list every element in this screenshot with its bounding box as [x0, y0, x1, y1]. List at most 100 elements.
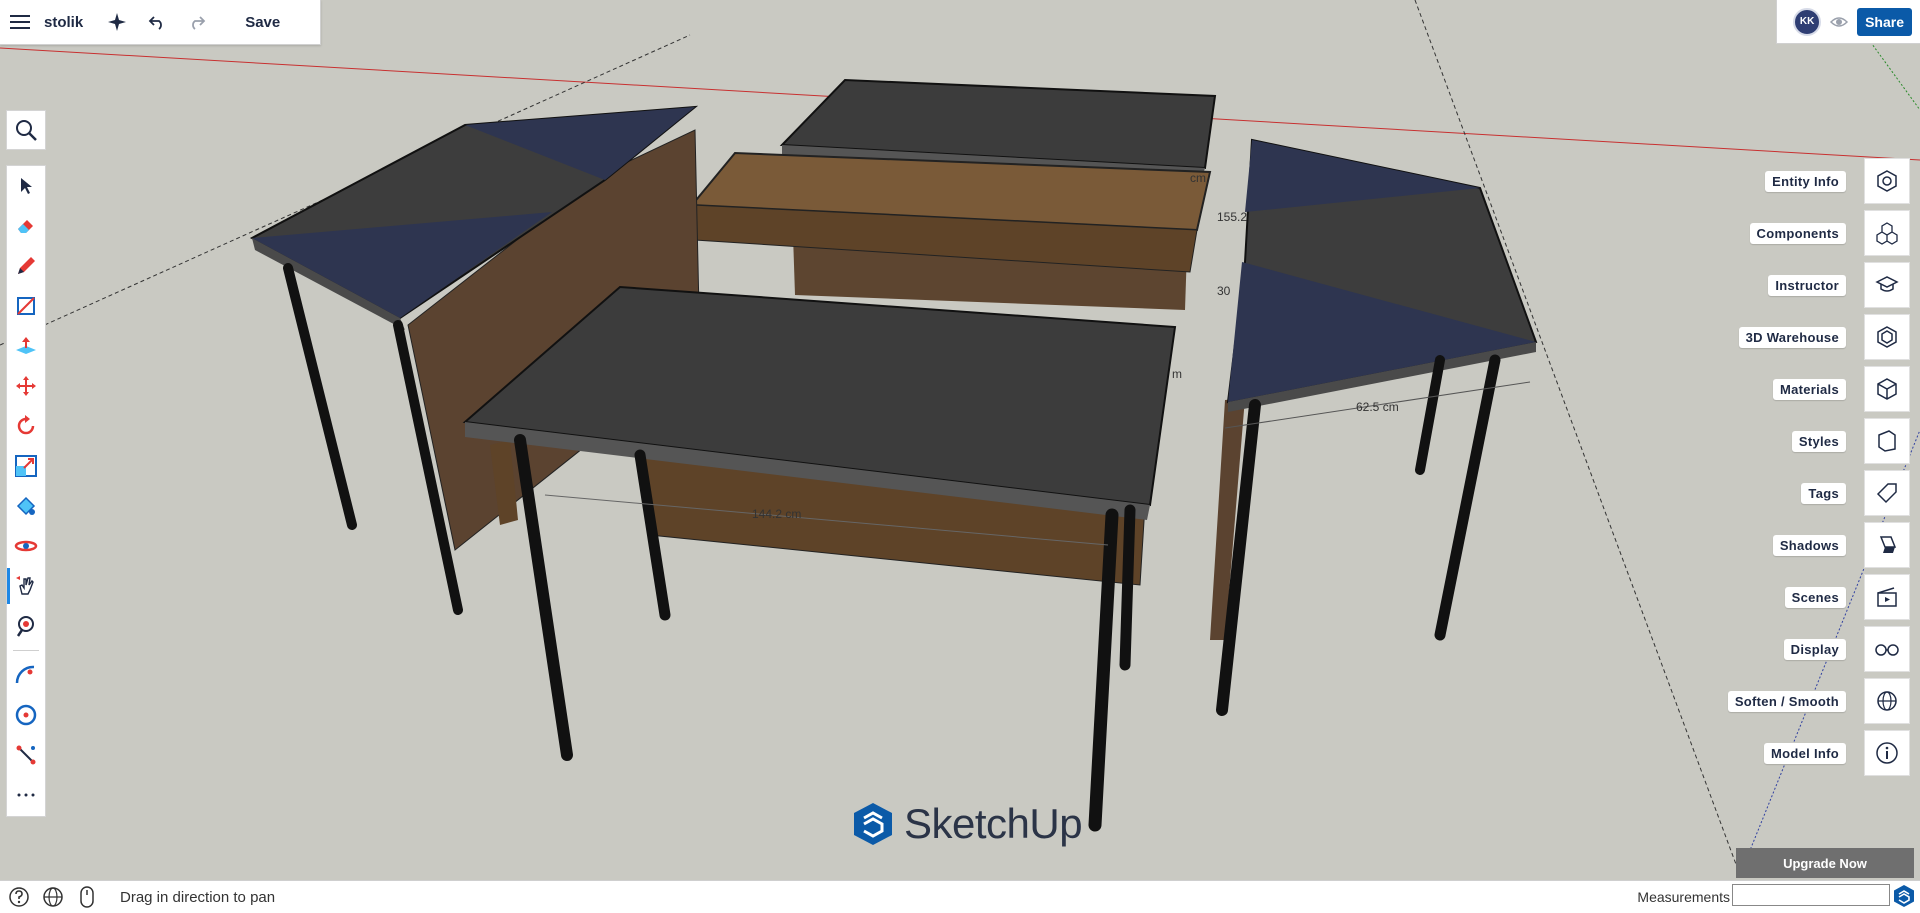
pencil-tool-icon — [18, 257, 35, 274]
upgrade-now-button[interactable]: Upgrade Now — [1736, 848, 1914, 878]
push-pull-tool-icon — [16, 337, 36, 354]
dimension-label-width: 144.2 cm — [752, 507, 801, 521]
panel-label: Soften / Smooth — [1727, 690, 1846, 712]
paint-bucket-tool[interactable] — [7, 486, 45, 526]
more-tools-icon — [17, 793, 35, 797]
panel-label: Display — [1783, 638, 1846, 660]
styles-icon — [1878, 430, 1896, 452]
mouse-icon — [80, 886, 94, 908]
arc-tool[interactable] — [7, 655, 45, 695]
panel-label: Tags — [1801, 482, 1846, 504]
visibility-icon[interactable] — [1829, 12, 1849, 32]
right-triangle-table[interactable]: 62.5 cm — [1210, 138, 1538, 716]
help-icon — [9, 887, 29, 907]
select-tool-icon — [21, 178, 32, 194]
panel-materials[interactable]: Materials — [1710, 363, 1910, 415]
front-table[interactable]: 144.2 cm — [462, 285, 1177, 832]
measurements-input[interactable] — [1732, 884, 1890, 906]
tape-measure-tool[interactable] — [7, 695, 45, 735]
search-icon — [16, 120, 37, 141]
help-button[interactable] — [4, 882, 34, 912]
undo-button[interactable] — [137, 0, 177, 44]
avatar[interactable]: KK — [1793, 7, 1822, 36]
move-tool[interactable] — [7, 366, 45, 406]
scale-tool-icon — [15, 455, 37, 477]
dimension-tool[interactable] — [7, 735, 45, 775]
hamburger-icon — [10, 15, 30, 29]
measurements-label: Measurements — [1637, 889, 1730, 905]
panel-label: Entity Info — [1765, 170, 1846, 192]
model-scene[interactable]: 144.2 cm 62.5 cm 155.2 30 cm m — [0, 0, 1920, 880]
scenes-icon — [1877, 587, 1897, 607]
eraser-tool[interactable] — [7, 206, 45, 246]
pencil-tool[interactable] — [7, 246, 45, 286]
tags-icon — [1876, 483, 1897, 504]
left-toolbar — [6, 165, 46, 817]
mouse-settings-button[interactable] — [72, 882, 102, 912]
panel-tags[interactable]: Tags — [1710, 467, 1910, 519]
save-button[interactable]: Save — [245, 14, 280, 31]
dimension-tool-icon — [16, 745, 36, 765]
status-bar: Drag in direction to pan — [0, 880, 1920, 913]
status-hint: Drag in direction to pan — [120, 888, 276, 906]
eraser-tool-icon — [18, 220, 33, 233]
panel-instructor[interactable]: Instructor — [1710, 259, 1910, 311]
rectangle-tool-icon — [17, 297, 35, 315]
pan-tool-icon — [16, 576, 34, 595]
wooden-shelf[interactable] — [689, 151, 1212, 273]
panel-scenes[interactable]: Scenes — [1710, 571, 1910, 623]
dimension-label-height: 155.2 — [1217, 210, 1247, 224]
redo-button[interactable] — [177, 0, 217, 44]
zoom-tool[interactable] — [7, 606, 45, 646]
share-button[interactable]: Share — [1857, 7, 1912, 36]
redo-icon — [192, 16, 206, 30]
panel-label: Instructor — [1768, 274, 1846, 296]
panel-soften-smooth[interactable]: Soften / Smooth — [1710, 675, 1910, 727]
dimension-label-depth: 62.5 cm — [1356, 400, 1399, 414]
rotate-tool-icon — [17, 415, 35, 435]
orbit-tool-icon — [14, 540, 38, 552]
more-tools-button[interactable] — [7, 775, 45, 815]
push-pull-tool[interactable] — [7, 326, 45, 366]
panel-3d-warehouse[interactable]: 3D Warehouse — [1710, 311, 1910, 363]
instructor-icon — [1875, 276, 1899, 292]
panel-shadows[interactable]: Shadows — [1710, 519, 1910, 571]
materials-icon — [1877, 378, 1897, 400]
panel-label: Components — [1749, 222, 1846, 244]
panel-display[interactable]: Display — [1710, 623, 1910, 675]
scale-tool[interactable] — [7, 446, 45, 486]
globe-icon — [43, 887, 63, 907]
top-right-bar: KK Share — [1776, 0, 1920, 44]
rectangle-tool[interactable] — [7, 286, 45, 326]
right-panel: Entity Info Components Instructor 3D War… — [1710, 155, 1910, 779]
pan-tool[interactable] — [7, 566, 45, 606]
panel-model-info[interactable]: Model Info — [1710, 727, 1910, 779]
dimension-label-depth-2: 30 — [1217, 284, 1231, 298]
sketchup-mini-logo-icon — [1894, 885, 1914, 907]
panel-components[interactable]: Components — [1710, 207, 1910, 259]
orbit-tool[interactable] — [7, 526, 45, 566]
toolbar-divider — [13, 650, 39, 651]
panel-label: Model Info — [1764, 742, 1846, 764]
dashed-axis-right — [1414, 0, 1741, 876]
shadows-icon — [1879, 536, 1897, 553]
components-icon — [1876, 222, 1898, 245]
model-title[interactable]: stolik — [44, 14, 83, 31]
tape-measure-tool-icon — [15, 704, 37, 726]
select-tool[interactable] — [7, 166, 45, 206]
sketchup-logo-icon — [854, 803, 892, 845]
search-button[interactable] — [6, 110, 46, 150]
dimension-label-unit-2: m — [1172, 367, 1182, 381]
warehouse-icon — [1877, 326, 1897, 348]
brand-name: SketchUp — [904, 800, 1083, 847]
panel-entity-info[interactable]: Entity Info — [1710, 155, 1910, 207]
arc-tool-icon — [15, 665, 35, 684]
panel-styles[interactable]: Styles — [1710, 415, 1910, 467]
menu-button[interactable] — [0, 0, 40, 44]
ai-assistant-button[interactable] — [97, 0, 137, 44]
rotate-tool[interactable] — [7, 406, 45, 446]
language-button[interactable] — [38, 882, 68, 912]
3d-viewport[interactable]: 144.2 cm 62.5 cm 155.2 30 cm m — [0, 0, 1920, 880]
panel-label: Styles — [1791, 430, 1846, 452]
panel-label: 3D Warehouse — [1738, 326, 1846, 348]
